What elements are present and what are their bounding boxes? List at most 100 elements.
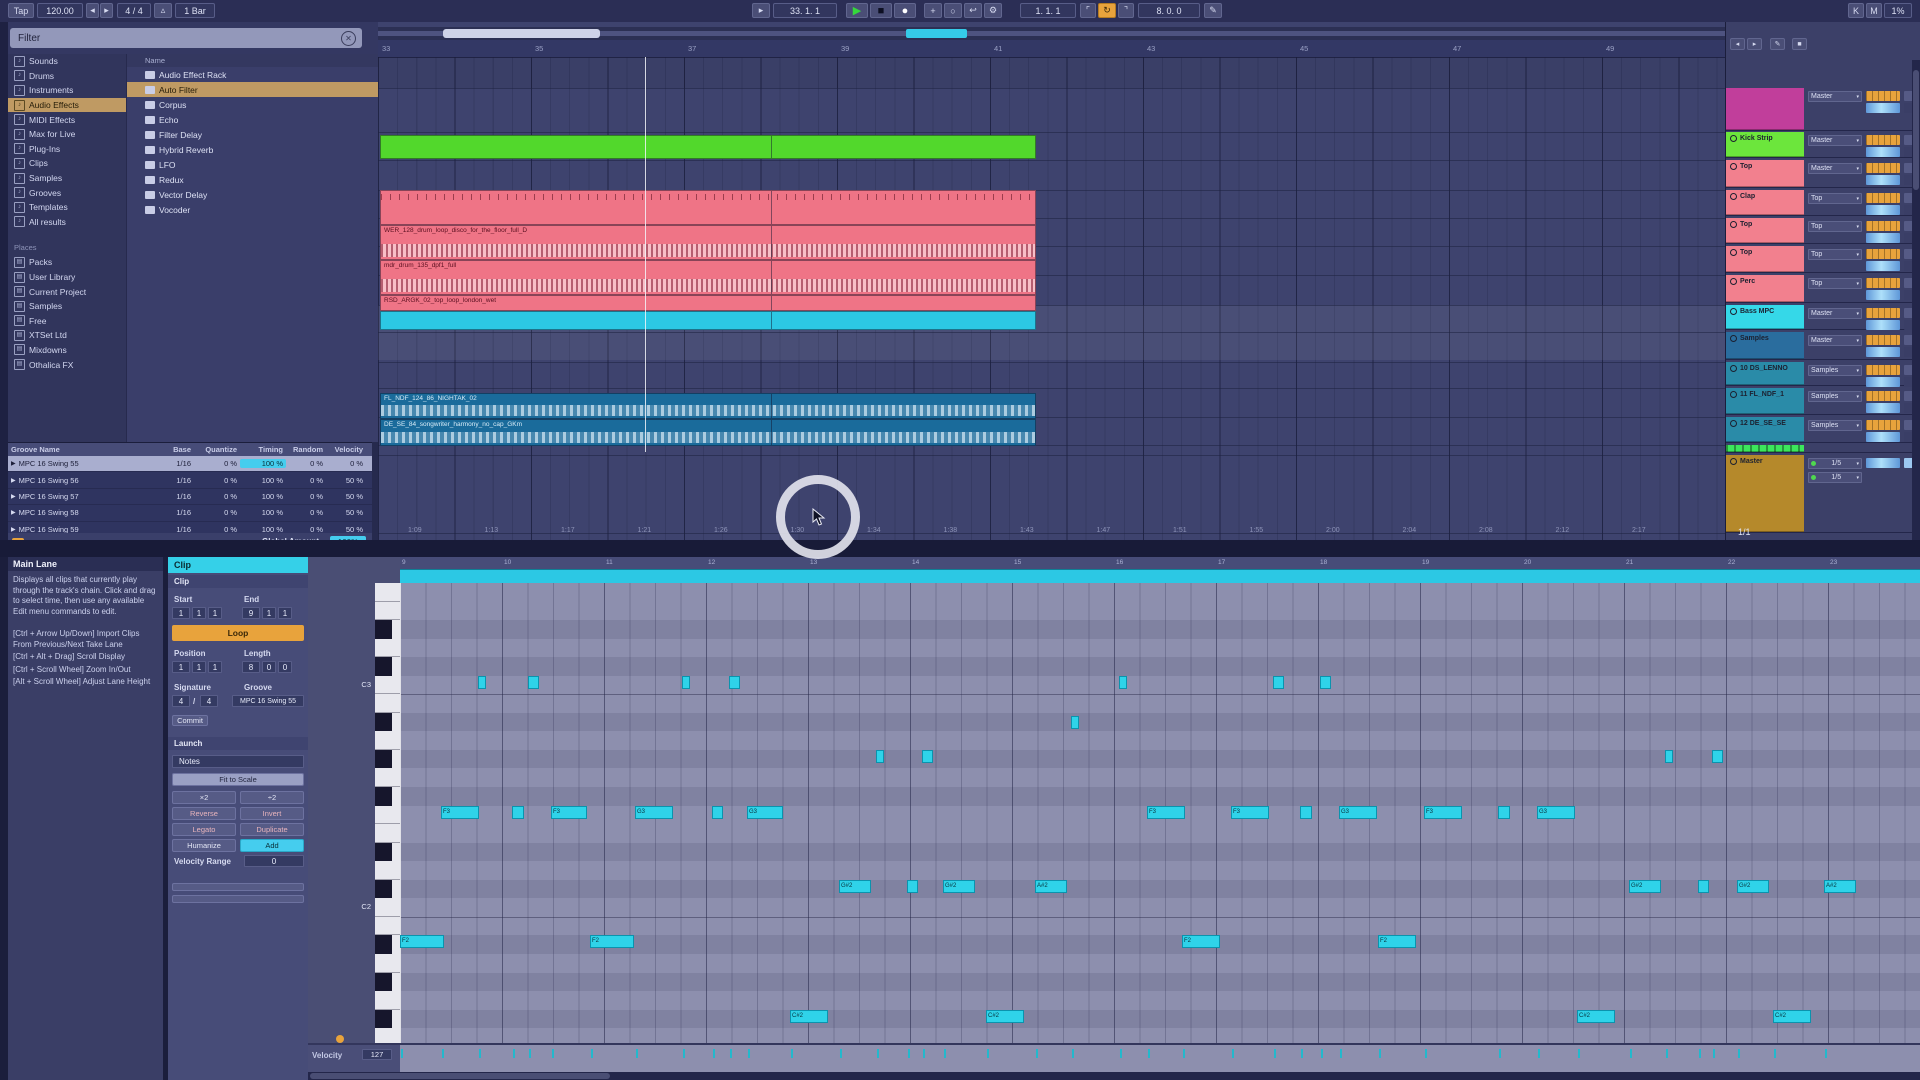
overview-viewbox[interactable] [443, 29, 600, 38]
midi-note[interactable]: A#2 [1824, 880, 1856, 893]
track-activator-icon[interactable] [1730, 249, 1737, 256]
midi-note[interactable] [1273, 676, 1284, 689]
track-header[interactable]: Bass MPCMaster▾ [1726, 305, 1920, 330]
white-key[interactable] [375, 898, 400, 917]
device-item-filter-delay[interactable]: Filter Delay [127, 127, 379, 142]
arrangement-grid[interactable]: WER_128_drum_loop_disco_for_the_floor_fu… [378, 57, 1725, 540]
device-item-corpus[interactable]: Corpus [127, 97, 379, 112]
black-key[interactable] [375, 750, 392, 769]
track-header[interactable]: 12 DE_SE_SESamples▾ [1726, 417, 1920, 443]
track-color-strip[interactable]: Top [1726, 246, 1804, 272]
velocity-marker[interactable] [748, 1049, 750, 1058]
velocity-marker[interactable] [513, 1049, 515, 1058]
tool-button-reverse[interactable]: Reverse [172, 807, 236, 820]
midi-note[interactable] [1300, 806, 1312, 819]
master-track-header[interactable]: Master1/5▾1/5▾ [1726, 455, 1920, 533]
midi-note[interactable]: G#2 [839, 880, 871, 893]
end-bars-field[interactable]: 9 [242, 607, 260, 619]
output-routing-selector[interactable]: Top▾ [1808, 249, 1862, 260]
velocity-marker[interactable] [944, 1049, 946, 1058]
end-beats-field[interactable]: 1 [262, 607, 276, 619]
black-key[interactable] [375, 935, 392, 954]
velocity-marker[interactable] [591, 1049, 593, 1058]
track-volume-field[interactable] [1866, 335, 1900, 345]
velocity-marker[interactable] [401, 1049, 403, 1058]
velocity-marker[interactable] [1630, 1049, 1632, 1058]
sidebar-place-mixdowns[interactable]: ▤Mixdowns [8, 343, 126, 358]
midi-note[interactable]: F2 [1182, 935, 1220, 948]
track-header[interactable]: SamplesMaster▾ [1726, 332, 1920, 360]
midi-note[interactable]: F2 [590, 935, 634, 948]
track-volume-field[interactable] [1866, 193, 1900, 203]
sidebar-item-audio-effects[interactable]: ♪Audio Effects [8, 98, 126, 113]
session-record-button[interactable]: ○ [944, 3, 962, 18]
midi-note[interactable] [729, 676, 740, 689]
output-routing-selector[interactable]: Master▾ [1808, 335, 1862, 346]
track-color-strip[interactable]: Clap [1726, 190, 1804, 215]
roll-bar-ruler[interactable]: 9101112131415161718192021222324 [400, 557, 1920, 569]
overdub-button[interactable]: + [924, 3, 942, 18]
groove-play-icon[interactable]: ▶ [11, 526, 16, 533]
start-beats-field[interactable]: 1 [192, 607, 206, 619]
stop-clips-icon[interactable]: ■ [1792, 38, 1807, 50]
groove-velocity-cell[interactable]: 50 % [326, 476, 366, 485]
groove-random-cell[interactable]: 0 % [286, 476, 326, 485]
piano-keys[interactable] [375, 583, 400, 1043]
loop-toggle[interactable]: Loop [172, 625, 304, 641]
velocity-marker[interactable] [479, 1049, 481, 1058]
time-signature-field[interactable]: 4 / 4 [117, 3, 151, 18]
play-button[interactable]: ▶ [846, 3, 868, 18]
sidebar-place-othalica-fx[interactable]: ▤Othalica FX [8, 357, 126, 372]
groove-velocity-cell[interactable]: 50 % [326, 508, 366, 517]
midi-note[interactable] [528, 676, 539, 689]
loop-start-field[interactable]: 1. 1. 1 [1020, 3, 1076, 18]
arrangement-clip[interactable]: WER_128_drum_loop_disco_for_the_floor_fu… [380, 225, 1036, 260]
velocity-marker[interactable] [1499, 1049, 1501, 1058]
midi-note[interactable]: G#2 [1737, 880, 1769, 893]
velocity-marker[interactable] [1148, 1049, 1150, 1058]
track-color-strip[interactable]: Master [1726, 455, 1804, 532]
velocity-marker[interactable] [923, 1049, 925, 1058]
beat-time-ruler[interactable]: 333537394143454749 [378, 40, 1725, 58]
white-key[interactable] [375, 639, 400, 658]
velocity-marker[interactable] [1340, 1049, 1342, 1058]
horizontal-scrollbar-thumb[interactable] [310, 1073, 610, 1079]
track-activator-icon[interactable] [1730, 420, 1737, 427]
track-volume-field[interactable] [1866, 163, 1900, 173]
velocity-marker[interactable] [791, 1049, 793, 1058]
tempo-field[interactable]: 120.00 [37, 3, 83, 18]
midi-note[interactable]: F3 [1424, 806, 1462, 819]
output-routing-selector[interactable]: Master▾ [1808, 163, 1862, 174]
track-color-strip[interactable]: Bass MPC [1726, 305, 1804, 329]
midi-note[interactable]: G3 [635, 806, 673, 819]
arrangement-clip[interactable]: FL_NDF_124_86_NIGHTAK_02 [380, 393, 1036, 419]
track-activator-icon[interactable] [1730, 365, 1737, 372]
track-activator-icon[interactable] [1730, 308, 1737, 315]
launch-section-header[interactable]: Launch [168, 737, 308, 750]
sidebar-place-xtset-ltd[interactable]: ▤XTSet Ltd [8, 328, 126, 343]
velocity-marker[interactable] [987, 1049, 989, 1058]
sidebar-item-all-results[interactable]: ♪All results [8, 215, 126, 230]
output-routing-selector[interactable]: Samples▾ [1808, 365, 1862, 376]
tool-button-humanize[interactable]: Humanize [172, 839, 236, 852]
device-item-vocoder[interactable]: Vocoder [127, 202, 379, 217]
black-key[interactable] [375, 713, 392, 732]
midi-note[interactable] [907, 880, 918, 893]
black-key[interactable] [375, 843, 392, 862]
midi-note[interactable] [1712, 750, 1723, 763]
pencil-icon[interactable]: ✎ [1770, 38, 1785, 50]
groove-timing-cell[interactable]: 100 % [240, 508, 286, 517]
device-item-lfo[interactable]: LFO [127, 157, 379, 172]
velocity-marker[interactable] [713, 1049, 715, 1058]
overview-loop-segment[interactable] [906, 29, 967, 38]
position-beats-field[interactable]: 1 [192, 661, 206, 673]
sidebar-place-packs[interactable]: ▤Packs [8, 255, 126, 270]
track-volume-field[interactable] [1866, 420, 1900, 430]
groove-play-icon[interactable]: ▶ [11, 493, 16, 500]
track-color-strip[interactable]: 11 FL_NDF_1 [1726, 388, 1804, 414]
track-activator-icon[interactable] [1730, 193, 1737, 200]
white-key[interactable] [375, 991, 400, 1010]
velocity-marker[interactable] [1301, 1049, 1303, 1058]
arrangement-clip[interactable] [380, 190, 1036, 225]
nudge-up-button[interactable]: ▸ [100, 3, 113, 18]
